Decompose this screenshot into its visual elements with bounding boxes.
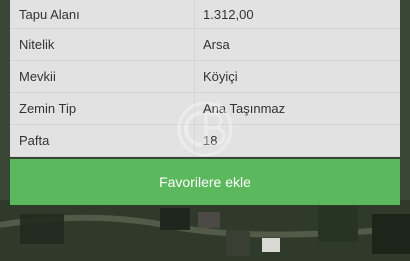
add-to-favorites-button[interactable]: Favorilere ekle	[10, 159, 400, 205]
table-row: Nitelik Arsa	[10, 29, 400, 61]
row-value-tapu-alani: 1.312,00	[203, 6, 254, 22]
table-row: Tapu Alanı 1.312,00	[10, 0, 400, 29]
row-label-mevkii: Mevkii	[10, 61, 195, 92]
table-row: Pafta 18	[10, 125, 400, 157]
table-row: Mevkii Köyiçi	[10, 61, 400, 93]
row-value-nitelik: Arsa	[203, 37, 230, 52]
row-value-pafta: 18	[203, 133, 218, 148]
property-details-table: Tapu Alanı 1.312,00 Nitelik Arsa Mevkii …	[10, 0, 400, 157]
row-label-zemin-tip: Zemin Tip	[10, 93, 195, 124]
table-row: Zemin Tip Ana Taşınmaz	[10, 93, 400, 125]
row-label-nitelik: Nitelik	[10, 29, 195, 60]
row-label-tapu-alani: Tapu Alanı	[10, 0, 195, 28]
row-value-mevkii: Köyiçi	[203, 69, 238, 84]
row-value-zemin-tip: Ana Taşınmaz	[203, 101, 286, 116]
row-label-pafta: Pafta	[10, 125, 195, 156]
